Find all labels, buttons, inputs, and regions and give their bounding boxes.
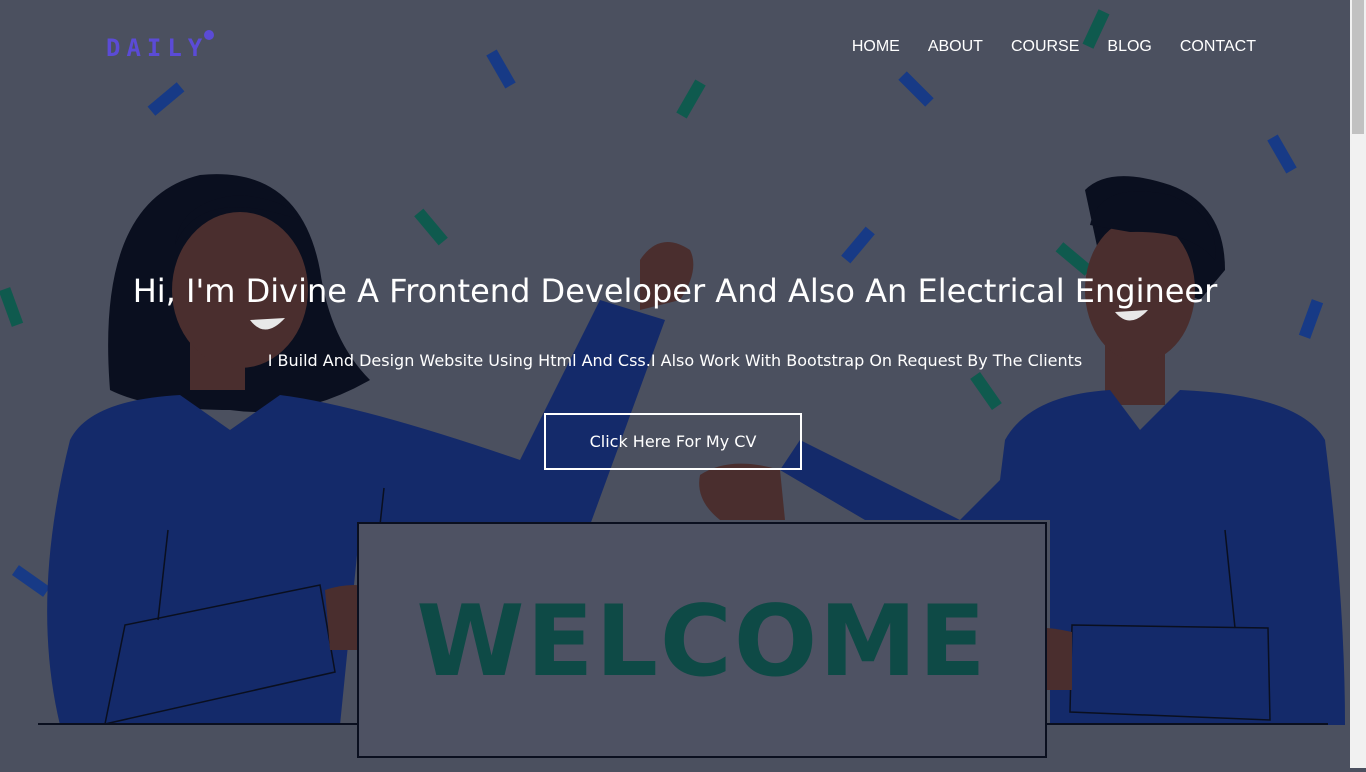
hero-subtitle: I Build And Design Website Using Html An… bbox=[267, 351, 1083, 370]
nav-home[interactable]: HOME bbox=[852, 38, 900, 56]
logo[interactable]: DAILY bbox=[106, 34, 208, 62]
logo-dot-icon bbox=[204, 30, 214, 40]
nav-blog[interactable]: BLOG bbox=[1107, 38, 1151, 56]
main-nav: HOME ABOUT COURSE BLOG CONTACT bbox=[852, 38, 1256, 56]
scrollbar-thumb[interactable] bbox=[1352, 0, 1364, 134]
nav-course[interactable]: COURSE bbox=[1011, 38, 1079, 56]
page-scrollbar[interactable] bbox=[1350, 0, 1366, 768]
welcome-sign-text: WELCOME bbox=[416, 585, 988, 699]
cv-button[interactable]: Click Here For My CV bbox=[544, 413, 802, 470]
nav-about[interactable]: ABOUT bbox=[928, 38, 983, 56]
nav-contact[interactable]: CONTACT bbox=[1180, 38, 1256, 56]
hero-title: Hi, I'm Divine A Frontend Developer And … bbox=[132, 272, 1218, 310]
